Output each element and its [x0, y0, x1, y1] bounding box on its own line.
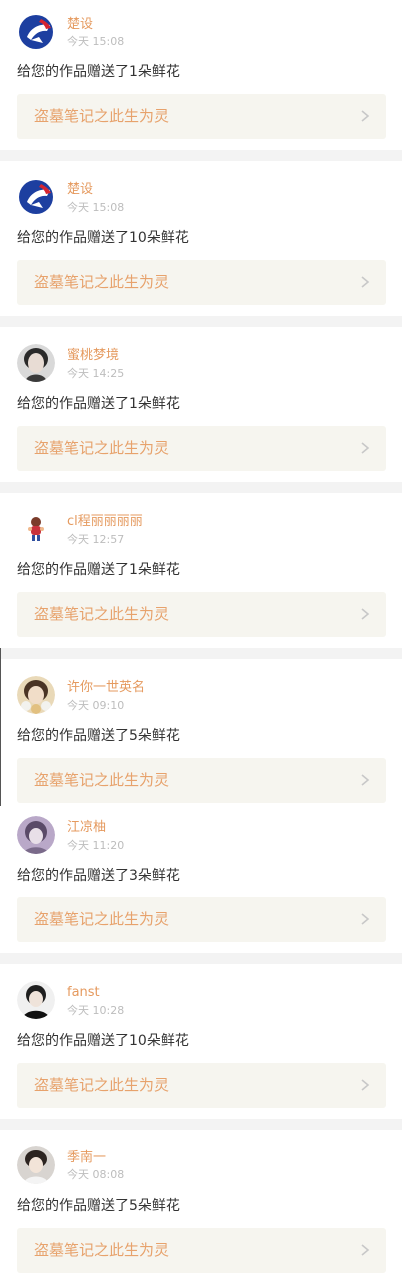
work-title: 盗墓笔记之此生为灵	[34, 273, 170, 291]
username[interactable]: 楚设	[67, 182, 93, 198]
user-avatar[interactable]	[17, 178, 55, 216]
chevron-right-icon	[358, 441, 372, 455]
user-avatar[interactable]	[17, 344, 55, 382]
notification-card: 蜜桃梦境 今天 14:25 给您的作品赠送了1朵鲜花 盗墓笔记之此生为灵	[0, 327, 402, 482]
work-link-button[interactable]: 盗墓笔记之此生为灵	[17, 426, 386, 471]
work-link-button[interactable]: 盗墓笔记之此生为灵	[17, 897, 386, 942]
flower-portrait-avatar-icon	[17, 676, 55, 714]
work-link-button[interactable]: 盗墓笔记之此生为灵	[17, 94, 386, 139]
chevron-right-icon	[358, 109, 372, 123]
work-title: 盗墓笔记之此生为灵	[34, 107, 170, 125]
cartoon-figure-avatar-icon	[17, 510, 55, 548]
work-link-button[interactable]: 盗墓笔记之此生为灵	[17, 758, 386, 803]
timestamp: 今天 10:28	[67, 1004, 125, 1017]
dark-portrait-avatar-icon	[17, 981, 55, 1019]
timestamp: 今天 08:08	[67, 1168, 125, 1181]
user-avatar[interactable]	[17, 1146, 55, 1184]
work-title: 盗墓笔记之此生为灵	[34, 1241, 170, 1259]
purple-portrait-avatar-icon	[17, 816, 55, 854]
gift-notification-feed: 楚设 今天 15:08 给您的作品赠送了1朵鲜花 盗墓笔记之此生为灵 楚设 今天…	[0, 0, 402, 1280]
username[interactable]: fanst	[67, 985, 100, 1001]
screenshot-seam-line	[0, 648, 1, 806]
chevron-right-icon	[358, 1243, 372, 1257]
notification-card: fanst 今天 10:28 给您的作品赠送了10朵鲜花 盗墓笔记之此生为灵	[0, 964, 402, 1119]
gift-message: 给您的作品赠送了5朵鲜花	[17, 728, 180, 744]
timestamp: 今天 09:10	[67, 699, 125, 712]
work-title: 盗墓笔记之此生为灵	[34, 771, 170, 789]
timestamp: 今天 11:20	[67, 839, 125, 852]
work-title: 盗墓笔记之此生为灵	[34, 1076, 170, 1094]
work-link-button[interactable]: 盗墓笔记之此生为灵	[17, 592, 386, 637]
blue-red-logo-avatar-icon	[17, 178, 55, 216]
username[interactable]: 季南一	[67, 1150, 106, 1166]
user-avatar[interactable]	[17, 676, 55, 714]
timestamp: 今天 14:25	[67, 367, 125, 380]
username[interactable]: 楚设	[67, 17, 93, 33]
work-title: 盗墓笔记之此生为灵	[34, 605, 170, 623]
gift-message: 给您的作品赠送了1朵鲜花	[17, 396, 180, 412]
notification-card: 许你一世英名 今天 09:10 给您的作品赠送了5朵鲜花 盗墓笔记之此生为灵 江…	[0, 659, 402, 953]
notification-card: 季南一 今天 08:08 给您的作品赠送了5朵鲜花 盗墓笔记之此生为灵	[0, 1130, 402, 1280]
timestamp: 今天 15:08	[67, 35, 125, 48]
gift-message: 给您的作品赠送了10朵鲜花	[17, 230, 189, 246]
work-link-button[interactable]: 盗墓笔记之此生为灵	[17, 1228, 386, 1273]
username[interactable]: cl程丽丽丽丽	[67, 514, 143, 530]
username[interactable]: 江凉柚	[67, 820, 106, 836]
work-title: 盗墓笔记之此生为灵	[34, 910, 170, 928]
work-link-button[interactable]: 盗墓笔记之此生为灵	[17, 260, 386, 305]
gift-message: 给您的作品赠送了3朵鲜花	[17, 868, 180, 884]
chevron-right-icon	[358, 607, 372, 621]
chevron-right-icon	[358, 773, 372, 787]
user-avatar[interactable]	[17, 981, 55, 1019]
user-avatar[interactable]	[17, 816, 55, 854]
chevron-right-icon	[358, 1078, 372, 1092]
user-avatar[interactable]	[17, 510, 55, 548]
work-link-button[interactable]: 盗墓笔记之此生为灵	[17, 1063, 386, 1108]
timestamp: 今天 12:57	[67, 533, 125, 546]
chevron-right-icon	[358, 912, 372, 926]
dark-hair-portrait-avatar-icon	[17, 344, 55, 382]
work-title: 盗墓笔记之此生为灵	[34, 439, 170, 457]
notification-card: cl程丽丽丽丽 今天 12:57 给您的作品赠送了1朵鲜花 盗墓笔记之此生为灵	[0, 493, 402, 648]
chevron-right-icon	[358, 275, 372, 289]
gift-message: 给您的作品赠送了5朵鲜花	[17, 1198, 180, 1214]
timestamp: 今天 15:08	[67, 201, 125, 214]
username[interactable]: 许你一世英名	[67, 680, 145, 696]
blue-red-logo-avatar-icon	[17, 13, 55, 51]
gift-message: 给您的作品赠送了1朵鲜花	[17, 64, 180, 80]
user-avatar[interactable]	[17, 13, 55, 51]
notification-card: 楚设 今天 15:08 给您的作品赠送了1朵鲜花 盗墓笔记之此生为灵	[0, 0, 402, 150]
gift-message: 给您的作品赠送了10朵鲜花	[17, 1033, 189, 1049]
username[interactable]: 蜜桃梦境	[67, 348, 119, 364]
gift-message: 给您的作品赠送了1朵鲜花	[17, 562, 180, 578]
notification-card: 楚设 今天 15:08 给您的作品赠送了10朵鲜花 盗墓笔记之此生为灵	[0, 161, 402, 316]
boy-portrait-avatar-icon	[17, 1146, 55, 1184]
